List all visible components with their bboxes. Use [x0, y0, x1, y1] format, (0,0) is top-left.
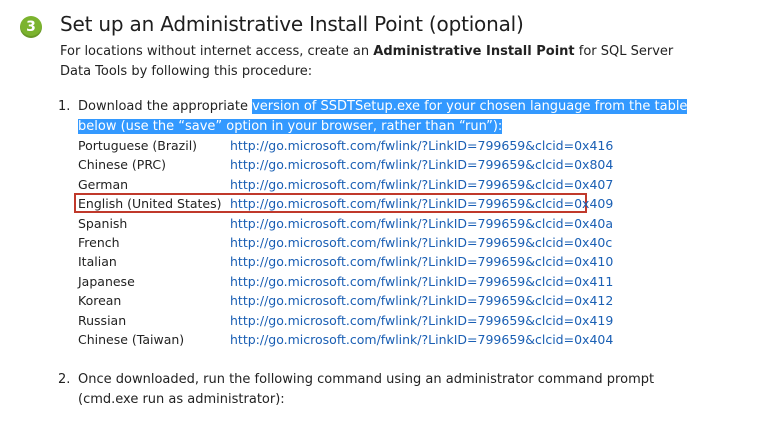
language-name: German	[78, 176, 129, 192]
step-2-number: 2.	[58, 372, 71, 387]
step-1-text: Download the appropriate version of SSDT…	[78, 97, 698, 137]
language-name: Chinese (Taiwan)	[78, 331, 185, 347]
step-1-plain-text: Download the appropriate	[78, 99, 253, 114]
step-1-number: 1.	[58, 99, 71, 114]
download-link[interactable]: http://go.microsoft.com/fwlink/?LinkID=7…	[230, 175, 613, 194]
section-title: Set up an Administrative Install Point (…	[60, 12, 524, 36]
language-name: Chinese (PRC)	[78, 157, 166, 173]
download-link[interactable]: http://go.microsoft.com/fwlink/?LinkID=7…	[230, 214, 613, 233]
language-name: Korean	[78, 293, 122, 309]
step-1: 1. Download the appropriate version of S…	[58, 97, 698, 137]
download-link[interactable]: http://go.microsoft.com/fwlink/?LinkID=7…	[230, 194, 613, 213]
language-name: English (United States)	[78, 196, 222, 212]
language-name: Spanish	[78, 215, 128, 231]
download-link[interactable]: http://go.microsoft.com/fwlink/?LinkID=7…	[230, 136, 613, 155]
language-name: Portuguese (Brazil)	[78, 138, 198, 153]
intro-paragraph: For locations without internet access, c…	[60, 42, 700, 82]
language-name: Japanese	[78, 273, 135, 289]
download-link[interactable]: http://go.microsoft.com/fwlink/?LinkID=7…	[230, 330, 613, 349]
step-number-badge: 3	[20, 16, 42, 38]
download-link[interactable]: http://go.microsoft.com/fwlink/?LinkID=7…	[230, 291, 613, 310]
download-link[interactable]: http://go.microsoft.com/fwlink/?LinkID=7…	[230, 233, 612, 252]
language-name: Russian	[78, 312, 127, 328]
intro-prefix: For locations without internet access, c…	[60, 44, 374, 59]
download-link[interactable]: http://go.microsoft.com/fwlink/?LinkID=7…	[230, 155, 613, 174]
download-link[interactable]: http://go.microsoft.com/fwlink/?LinkID=7…	[230, 272, 613, 291]
intro-bold-term: Administrative Install Point	[373, 44, 575, 59]
download-link[interactable]: http://go.microsoft.com/fwlink/?LinkID=7…	[230, 252, 613, 271]
download-link[interactable]: http://go.microsoft.com/fwlink/?LinkID=7…	[230, 311, 613, 330]
step-2: 2. Once downloaded, run the following co…	[58, 370, 698, 410]
step-2-text: Once downloaded, run the following comma…	[78, 372, 655, 407]
language-name: Italian	[78, 254, 117, 270]
language-name: French	[78, 234, 120, 250]
